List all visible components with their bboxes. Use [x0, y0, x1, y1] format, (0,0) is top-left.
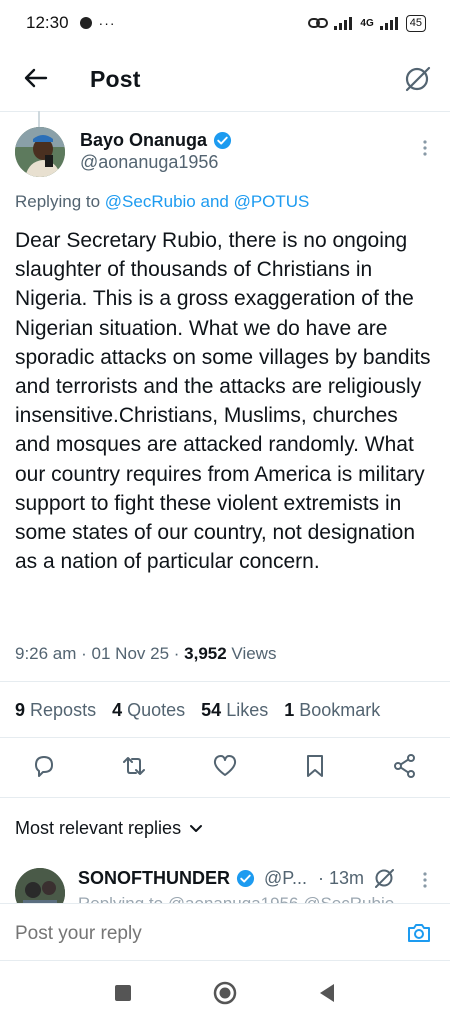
actions-divider — [0, 797, 450, 798]
tweet-text: Dear Secretary Rubio, there is no ongoin… — [15, 229, 431, 574]
reposts-label: Reposts — [30, 700, 97, 720]
reply-composer — [0, 903, 450, 961]
header-divider — [0, 111, 450, 112]
signal-icon-2 — [379, 17, 398, 30]
reposts-stat[interactable]: 9 Reposts — [15, 700, 96, 721]
views-count: 3,952 — [184, 644, 227, 663]
back-nav-icon[interactable] — [314, 980, 340, 1006]
status-time: 12:30 — [26, 13, 69, 32]
replying-to: Replying to @SecRubio and @POTUS — [15, 192, 309, 212]
replying-prefix: Replying to — [15, 192, 101, 211]
grok-icon[interactable] — [402, 64, 432, 94]
battery-indicator: 45 — [405, 14, 426, 32]
like-icon[interactable] — [211, 752, 239, 780]
chevron-down-icon — [190, 824, 203, 832]
page-title: Post — [90, 66, 141, 92]
action-bar — [0, 752, 450, 782]
reply-input[interactable] — [15, 923, 375, 945]
author-name[interactable]: Bayo Onanuga — [80, 130, 232, 151]
replies-sort-dropdown[interactable]: Most relevant replies — [15, 818, 203, 839]
link-icon — [308, 18, 329, 28]
home-nav-icon[interactable] — [212, 980, 238, 1006]
more-notifications-icon: ··· — [98, 15, 116, 31]
quotes-count: 4 — [112, 700, 123, 720]
reply-author-name-text: SONOFTHUNDER — [78, 868, 230, 888]
engagement-stats: 9 Reposts 4 Quotes 54 Likes 1 Bookmark — [15, 700, 380, 721]
system-icons: 4G 45 — [308, 14, 426, 32]
reply-icon[interactable] — [30, 752, 58, 780]
reposts-count: 9 — [15, 700, 26, 720]
verified-badge-icon — [236, 869, 255, 888]
camera-icon[interactable] — [406, 920, 432, 946]
verified-badge-icon — [213, 131, 232, 150]
avatar-image — [15, 127, 65, 177]
likes-stat[interactable]: 54 Likes — [201, 700, 268, 721]
square-nav-icon[interactable] — [110, 980, 136, 1006]
back-arrow-icon[interactable] — [22, 64, 50, 92]
more-vertical-icon[interactable] — [420, 870, 430, 890]
network-type: 4G — [360, 17, 374, 29]
bookmark-icon[interactable] — [301, 752, 329, 780]
avatar[interactable] — [15, 127, 65, 177]
status-bar: 12:30 ··· 4G 45 — [0, 0, 450, 46]
repost-icon[interactable] — [120, 752, 148, 780]
notification-icons: ··· — [79, 15, 116, 31]
replies-sort-label: Most relevant replies — [15, 818, 182, 838]
reply-author-handle[interactable]: @P... — [264, 868, 307, 889]
author-handle[interactable]: @aonanuga1956 — [80, 152, 218, 173]
likes-count: 54 — [201, 700, 222, 720]
quotes-stat[interactable]: 4 Quotes — [112, 700, 185, 721]
share-icon[interactable] — [391, 752, 419, 780]
thread-line — [38, 111, 40, 127]
more-vertical-icon[interactable] — [420, 138, 430, 158]
replying-mentions[interactable]: @SecRubio and @POTUS — [105, 192, 310, 211]
quotes-label: Quotes — [127, 700, 186, 720]
reply-author-name[interactable]: SONOFTHUNDER — [78, 868, 255, 889]
tweet-time: 9:26 am · 01 Nov 25 · — [15, 644, 185, 663]
chat-bubble-icon — [79, 17, 92, 29]
stats-divider — [0, 737, 450, 738]
author-name-text: Bayo Onanuga — [80, 130, 208, 150]
bookmarks-label: Bookmark — [299, 700, 381, 720]
reply-timestamp: · 13m — [318, 868, 365, 888]
likes-label: Likes — [226, 700, 269, 720]
tweet-meta: 9:26 am · 01 Nov 25 · 3,952 Views — [15, 644, 276, 664]
system-nav-bar — [0, 964, 450, 1024]
bookmarks-stat[interactable]: 1 Bookmark — [284, 700, 380, 721]
views-label: Views — [226, 644, 277, 663]
page-header: Post — [0, 52, 450, 108]
grok-icon[interactable] — [372, 866, 396, 890]
bookmarks-count: 1 — [284, 700, 295, 720]
meta-divider — [0, 681, 450, 682]
signal-icon — [334, 17, 353, 30]
